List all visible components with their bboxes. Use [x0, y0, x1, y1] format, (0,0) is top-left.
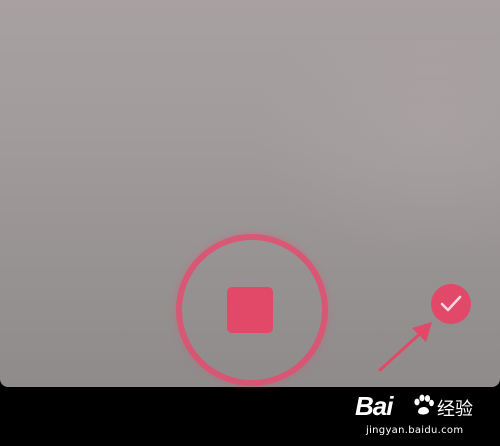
arrow-icon	[378, 322, 432, 372]
watermark-brand: Bai	[355, 391, 393, 421]
watermark-product: 经验	[437, 399, 473, 420]
paw-icon	[414, 394, 434, 415]
stop-square-icon[interactable]	[227, 287, 273, 333]
baidu-jingyan-watermark: Bai 经验 jingyan.baidu.com	[355, 389, 495, 443]
watermark-domain: jingyan.baidu.com	[366, 425, 464, 436]
camera-recording-screen: Bai 经验 jingyan.baidu.com	[0, 0, 500, 446]
confirm-button[interactable]	[431, 284, 471, 324]
checkmark-icon	[440, 295, 462, 312]
